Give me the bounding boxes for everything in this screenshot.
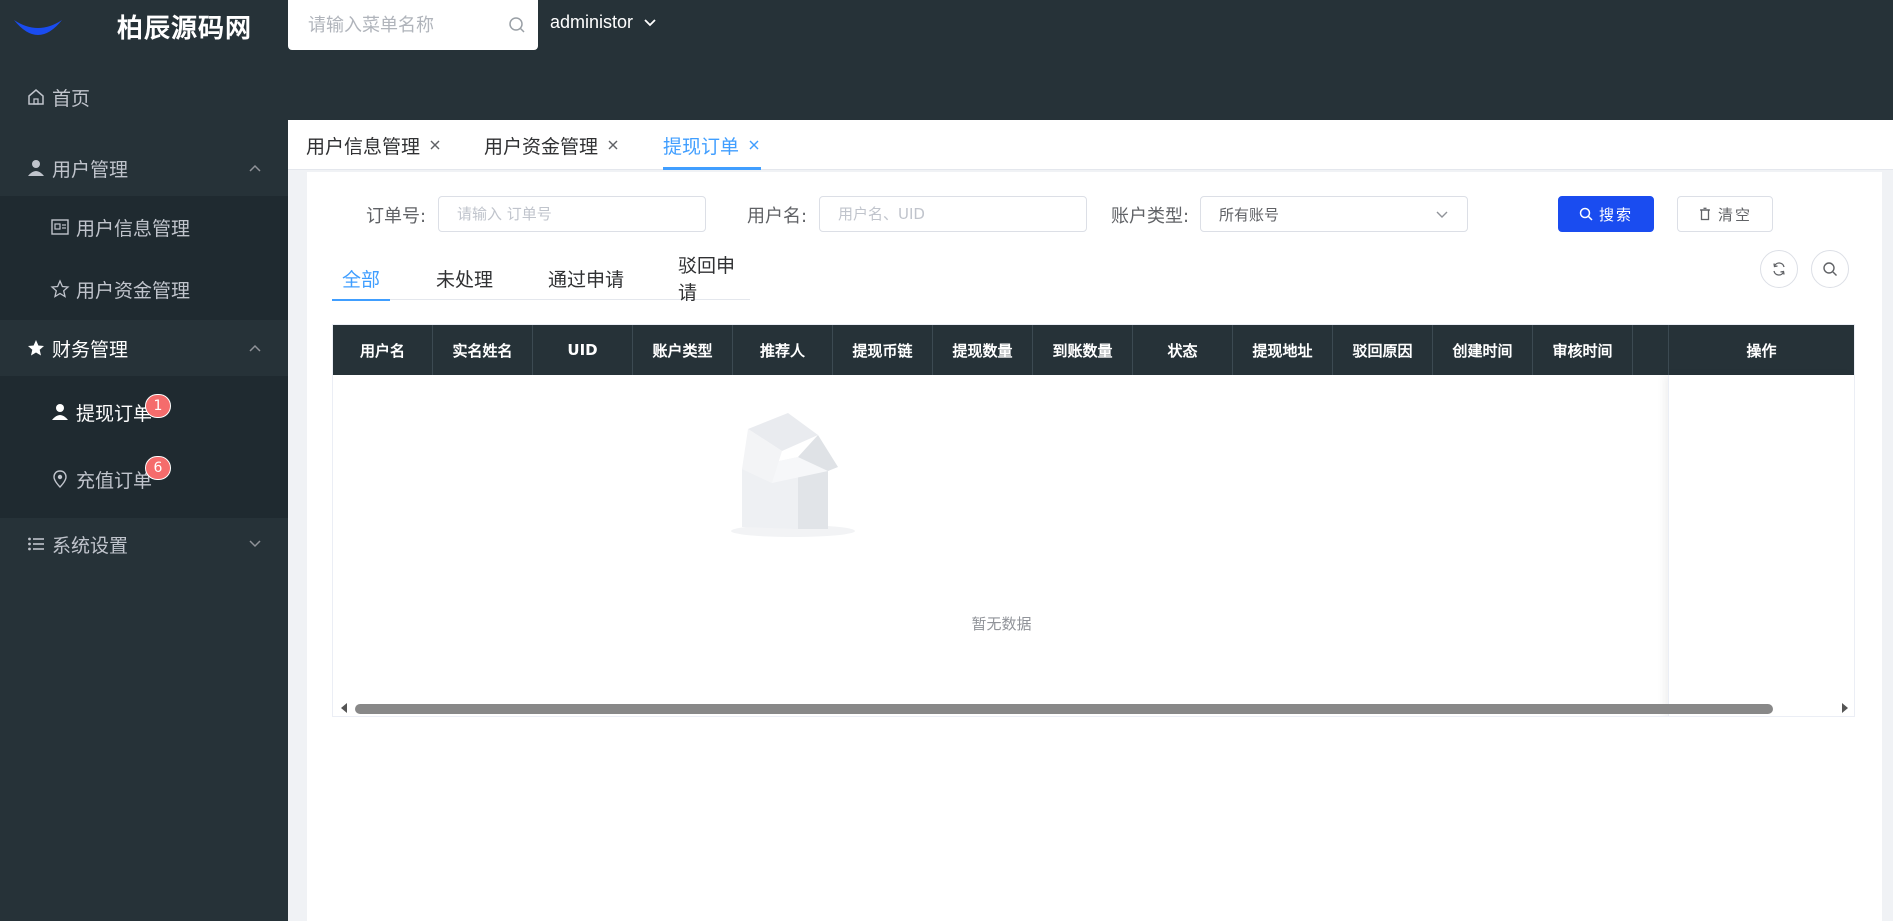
refresh-icon <box>1773 262 1785 276</box>
account-type-label: 账户类型: <box>1111 206 1190 227</box>
sidebar-group-finance[interactable]: 财务管理 <box>0 320 288 376</box>
sidebar-item-withdraw-orders[interactable]: 提现订单 1 <box>0 376 288 448</box>
subtab-rejected[interactable]: 驳回申请 <box>678 255 750 304</box>
username-filter-input[interactable] <box>819 196 1087 232</box>
column-header: 提现数量 <box>933 325 1033 375</box>
withdraw-orders-table: 用户名 实名姓名 UID 账户类型 推荐人 提现币链 提现数量 到账数量 状态 … <box>332 324 1855 717</box>
sidebar-group-user-mgmt[interactable]: 用户管理 <box>0 140 288 196</box>
subtab-pending[interactable]: 未处理 <box>436 256 493 300</box>
sidebar-item-recharge-orders[interactable]: 充值订单 6 <box>0 448 288 510</box>
chevron-down-icon <box>249 540 261 548</box>
sidebar-label-home: 首页 <box>52 87 91 110</box>
sidebar: 首页 用户管理 用户信息管理 用户资金管理 财务管理 提现订单 1 充值订单 6… <box>0 50 288 921</box>
username-filter-label: 用户名: <box>747 206 808 227</box>
user-icon <box>52 404 68 420</box>
empty-box-icon <box>731 413 855 537</box>
scrollbar-thumb[interactable] <box>355 704 1773 714</box>
logo-icon <box>14 20 62 35</box>
column-header: 提现地址 <box>1233 325 1333 375</box>
status-tabs: 全部 未处理 通过申请 驳回申请 <box>331 255 750 304</box>
id-card-icon <box>51 219 69 235</box>
chevron-up-icon <box>249 164 261 172</box>
scroll-left-icon[interactable] <box>339 702 349 714</box>
column-header: 审核时间 <box>1533 325 1633 375</box>
search-button[interactable]: 搜索 <box>1558 196 1654 232</box>
refresh-button[interactable] <box>1760 250 1798 288</box>
column-header: 提现币链 <box>833 325 933 375</box>
sidebar-label-user-funds: 用户资金管理 <box>76 279 191 302</box>
sidebar-item-home[interactable]: 首页 <box>0 70 288 124</box>
clear-button[interactable]: 清空 <box>1677 196 1773 232</box>
table-header: 用户名 实名姓名 UID 账户类型 推荐人 提现币链 提现数量 到账数量 状态 … <box>333 325 1854 375</box>
close-icon[interactable] <box>606 138 620 152</box>
menu-search-input[interactable] <box>288 0 498 50</box>
tab-label: 用户资金管理 <box>484 135 599 158</box>
star-outline-icon <box>50 279 70 298</box>
sidebar-label-recharge: 充值订单 <box>76 469 153 492</box>
column-header-operations: 操作 <box>1668 325 1854 375</box>
home-icon <box>28 89 44 105</box>
withdraw-count-badge: 1 <box>145 394 171 418</box>
open-tabs-bar: 用户信息管理 用户资金管理 提现订单 <box>288 120 1893 170</box>
location-pin-icon <box>53 470 67 488</box>
empty-state-text: 暂无数据 <box>971 615 1032 633</box>
sidebar-label-user-mgmt: 用户管理 <box>52 158 129 181</box>
toggle-search-button[interactable] <box>1811 250 1849 288</box>
menu-search-box[interactable] <box>288 0 538 50</box>
close-icon[interactable] <box>428 138 442 152</box>
column-header: UID <box>533 325 633 375</box>
trash-icon <box>1699 207 1710 221</box>
finance-submenu: 提现订单 1 充值订单 6 <box>0 376 288 518</box>
column-header: 实名姓名 <box>433 325 533 375</box>
close-icon[interactable] <box>747 138 761 152</box>
list-icon <box>28 537 44 551</box>
chevron-down-icon <box>644 18 656 26</box>
column-header: 用户名 <box>333 325 433 375</box>
tab-user-info[interactable]: 用户信息管理 <box>306 120 442 170</box>
username-label: administor <box>550 12 634 32</box>
search-icon <box>1579 207 1593 221</box>
user-mgmt-submenu: 用户信息管理 用户资金管理 <box>0 196 288 320</box>
sidebar-item-user-info[interactable]: 用户信息管理 <box>0 196 288 258</box>
column-header: 账户类型 <box>633 325 733 375</box>
search-button-label: 搜索 <box>1598 205 1633 224</box>
user-icon <box>28 160 44 176</box>
chevron-down-icon <box>1436 211 1448 218</box>
column-header: 创建时间 <box>1433 325 1533 375</box>
chevron-up-icon <box>249 344 261 352</box>
user-dropdown[interactable]: administor <box>550 12 657 33</box>
sidebar-label-finance: 财务管理 <box>52 338 129 361</box>
search-icon[interactable] <box>508 16 526 34</box>
sidebar-item-user-funds[interactable]: 用户资金管理 <box>0 258 288 320</box>
column-header: 到账数量 <box>1033 325 1133 375</box>
sidebar-group-system-settings[interactable]: 系统设置 <box>0 516 288 572</box>
column-header: 推荐人 <box>733 325 833 375</box>
sidebar-label-withdraw: 提现订单 <box>76 402 153 425</box>
star-icon <box>28 340 44 356</box>
column-header: 状态 <box>1133 325 1233 375</box>
scroll-right-icon[interactable] <box>1840 702 1850 714</box>
column-header: 驳回原因 <box>1333 325 1433 375</box>
tab-label: 提现订单 <box>663 135 740 158</box>
sidebar-label-system: 系统设置 <box>52 534 129 557</box>
recharge-count-badge: 6 <box>145 456 171 480</box>
order-number-label: 订单号: <box>366 206 427 227</box>
tab-withdraw-orders[interactable]: 提现订单 <box>663 120 762 170</box>
sidebar-label-user-info: 用户信息管理 <box>76 217 191 240</box>
subtab-approved[interactable]: 通过申请 <box>548 256 624 300</box>
tab-label: 用户信息管理 <box>306 135 421 158</box>
search-icon <box>1823 262 1837 276</box>
order-number-input[interactable] <box>438 196 706 232</box>
brand-name: 柏辰源码网 <box>117 14 253 44</box>
fixed-operations-column <box>1668 375 1854 716</box>
account-type-value: 所有账号 <box>1219 205 1280 224</box>
clear-button-label: 清空 <box>1717 205 1752 224</box>
account-type-select[interactable]: 所有账号 <box>1200 196 1468 232</box>
tab-user-funds[interactable]: 用户资金管理 <box>484 120 620 170</box>
subtab-all[interactable]: 全部 <box>331 256 391 301</box>
horizontal-scrollbar[interactable] <box>333 698 1854 716</box>
